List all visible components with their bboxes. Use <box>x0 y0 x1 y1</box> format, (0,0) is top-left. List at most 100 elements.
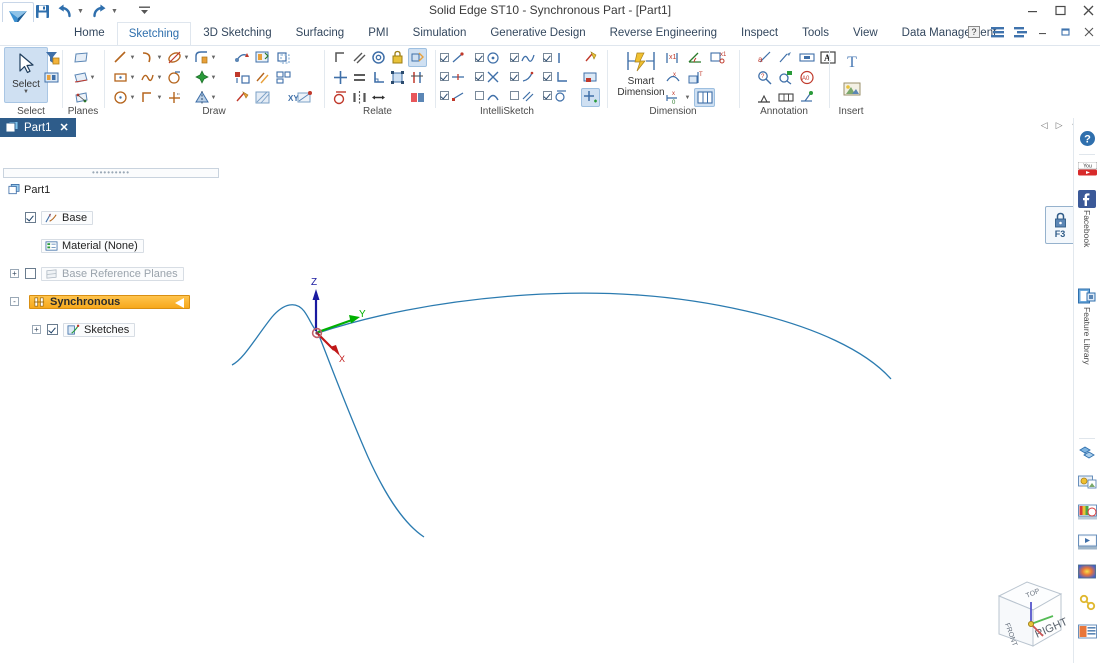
ellipse-icon[interactable] <box>165 48 184 67</box>
checkbox[interactable] <box>510 53 519 62</box>
circle-icon[interactable] <box>111 88 130 107</box>
tangent-relation-icon[interactable] <box>331 88 350 107</box>
document-tab-close-icon[interactable]: ✕ <box>60 121 69 134</box>
sidebar-sensors-button[interactable] <box>1076 474 1098 490</box>
checkbox[interactable] <box>440 91 449 100</box>
maintain-relationships-icon[interactable] <box>408 68 427 87</box>
checkbox[interactable] <box>510 72 519 81</box>
curve-icon[interactable] <box>138 68 157 87</box>
scale-icon[interactable] <box>232 68 251 87</box>
tab-tools[interactable]: Tools <box>790 22 841 45</box>
ribbon-collapse-icon[interactable] <box>1013 25 1027 39</box>
select-similar-icon[interactable] <box>42 68 61 87</box>
sketch-view-icon[interactable] <box>581 68 600 87</box>
parallel-plane-dropdown-icon[interactable]: ▼ <box>89 68 96 87</box>
checkbox[interactable] <box>475 72 484 81</box>
view-cube[interactable]: TOP FRONT RIGHT <box>981 572 1071 657</box>
intellisketch-vertical-option[interactable] <box>543 49 564 66</box>
concentric-relation-icon[interactable] <box>369 48 388 67</box>
inspect-annotation-icon[interactable]: ? <box>755 68 774 87</box>
symmetric-diameter-icon[interactable]: x <box>664 68 683 87</box>
leader-text-icon[interactable]: a <box>755 48 774 67</box>
surface-finish-icon[interactable]: A0 <box>797 68 816 87</box>
tab-view[interactable]: View <box>841 22 890 45</box>
select-filter-icon[interactable] <box>42 48 61 67</box>
rectangle-dropdown-icon[interactable]: ▼ <box>129 68 136 87</box>
insert-text-icon[interactable]: T <box>841 50 863 72</box>
tree-checkbox-base-reference-planes[interactable] <box>25 268 36 279</box>
mirror-icon[interactable] <box>253 48 272 67</box>
rotate-icon[interactable] <box>192 68 211 87</box>
intellisketch-perpendicular-option[interactable] <box>543 68 568 85</box>
intellisketch-parallel-option[interactable] <box>510 87 535 104</box>
intellisketch-endpoint-option[interactable] <box>440 87 465 104</box>
symmetric-relation-icon[interactable] <box>350 88 369 107</box>
hatch-icon[interactable] <box>253 88 272 107</box>
panel-grip-handle[interactable]: •••••••••• <box>3 168 219 178</box>
connect-relation-icon[interactable] <box>331 48 350 67</box>
trim-icon[interactable] <box>165 88 184 107</box>
close-button[interactable] <box>1080 2 1096 18</box>
add-relationship-icon[interactable] <box>581 88 600 107</box>
arc-dropdown-icon[interactable]: ▼ <box>156 48 163 67</box>
intellisketch-tangent-option[interactable] <box>475 87 500 104</box>
weld-symbol-icon[interactable] <box>797 88 816 107</box>
tree-node-synchronous[interactable]: - Synchronous <box>0 295 226 309</box>
checkbox[interactable] <box>543 72 552 81</box>
checkbox[interactable] <box>543 91 552 100</box>
sidebar-relationships-button[interactable] <box>1076 594 1098 611</box>
checkbox[interactable] <box>475 91 484 100</box>
sidebar-layers-button[interactable] <box>1076 504 1098 520</box>
document-tab-part1[interactable]: Part1 ✕ <box>0 118 76 137</box>
angle-between-icon[interactable] <box>686 48 705 67</box>
help-icon[interactable]: ? <box>967 25 981 39</box>
circle-dropdown-icon[interactable]: ▼ <box>129 88 136 107</box>
coordinate-dimension-icon[interactable]: x1 <box>708 48 727 67</box>
line-dropdown-icon[interactable]: ▼ <box>129 48 136 67</box>
perpendicular-relation-icon[interactable] <box>369 68 388 87</box>
symmetric-icon[interactable] <box>192 88 211 107</box>
tab-scroll-left-icon[interactable]: ◁ <box>1041 120 1048 131</box>
pattern-icon[interactable] <box>274 68 293 87</box>
fillet-icon[interactable] <box>192 48 211 67</box>
tab-sketching[interactable]: Sketching <box>117 22 192 46</box>
sidebar-render-button[interactable] <box>1076 564 1098 580</box>
peer-dimension-dropdown-icon[interactable]: ▼ <box>684 88 691 107</box>
checkbox[interactable] <box>543 53 552 62</box>
datum-icon[interactable] <box>755 88 774 107</box>
balloon-icon[interactable] <box>776 48 795 67</box>
symmetric-dropdown-icon[interactable]: ▼ <box>210 88 217 107</box>
smart-dimension-button[interactable]: Smart Dimension <box>612 47 670 103</box>
dimension-axis-icon[interactable]: T <box>686 68 705 87</box>
tab-generative-design[interactable]: Generative Design <box>478 22 597 45</box>
collinear-relation-icon[interactable] <box>369 88 388 107</box>
sidebar-display-button[interactable] <box>1076 534 1098 550</box>
doc-minimize-icon[interactable] <box>1036 25 1050 39</box>
rectangle-icon[interactable] <box>111 68 130 87</box>
doc-close-icon[interactable] <box>1082 25 1096 39</box>
checkbox[interactable] <box>440 72 449 81</box>
intellisketch-tangent-dir-option[interactable] <box>510 68 535 85</box>
polygon-dropdown-icon[interactable]: ▼ <box>156 88 163 107</box>
distance-between-icon[interactable]: x1 <box>664 48 683 67</box>
curve-dropdown-icon[interactable]: ▼ <box>156 68 163 87</box>
peer-dimension-icon[interactable]: x0 <box>664 88 683 107</box>
tree-expander-base-reference-planes[interactable]: + <box>10 269 19 278</box>
offset-icon[interactable] <box>274 48 293 67</box>
checkbox[interactable] <box>510 91 519 100</box>
sidebar-youtube-button[interactable]: You <box>1076 162 1098 176</box>
tree-node-base[interactable]: x Base <box>0 211 226 225</box>
tree-node-material[interactable]: Material (None) <box>0 239 226 253</box>
tree-expander-synchronous[interactable]: - <box>10 297 19 306</box>
relationship-colors-icon[interactable] <box>408 88 427 107</box>
move-icon[interactable] <box>232 48 251 67</box>
tab-home[interactable]: Home <box>62 22 117 45</box>
fill-icon[interactable] <box>232 88 251 107</box>
intellisketch-options-icon[interactable] <box>581 48 600 67</box>
relationship-assistant-icon[interactable] <box>408 48 427 67</box>
minimize-button[interactable] <box>1024 2 1040 18</box>
tree-node-base-reference-planes[interactable]: + Base Reference Planes <box>0 267 226 281</box>
tab-surfacing[interactable]: Surfacing <box>284 22 357 45</box>
intellisketch-tangent2-option[interactable] <box>543 87 568 104</box>
maximize-button[interactable] <box>1052 2 1068 18</box>
